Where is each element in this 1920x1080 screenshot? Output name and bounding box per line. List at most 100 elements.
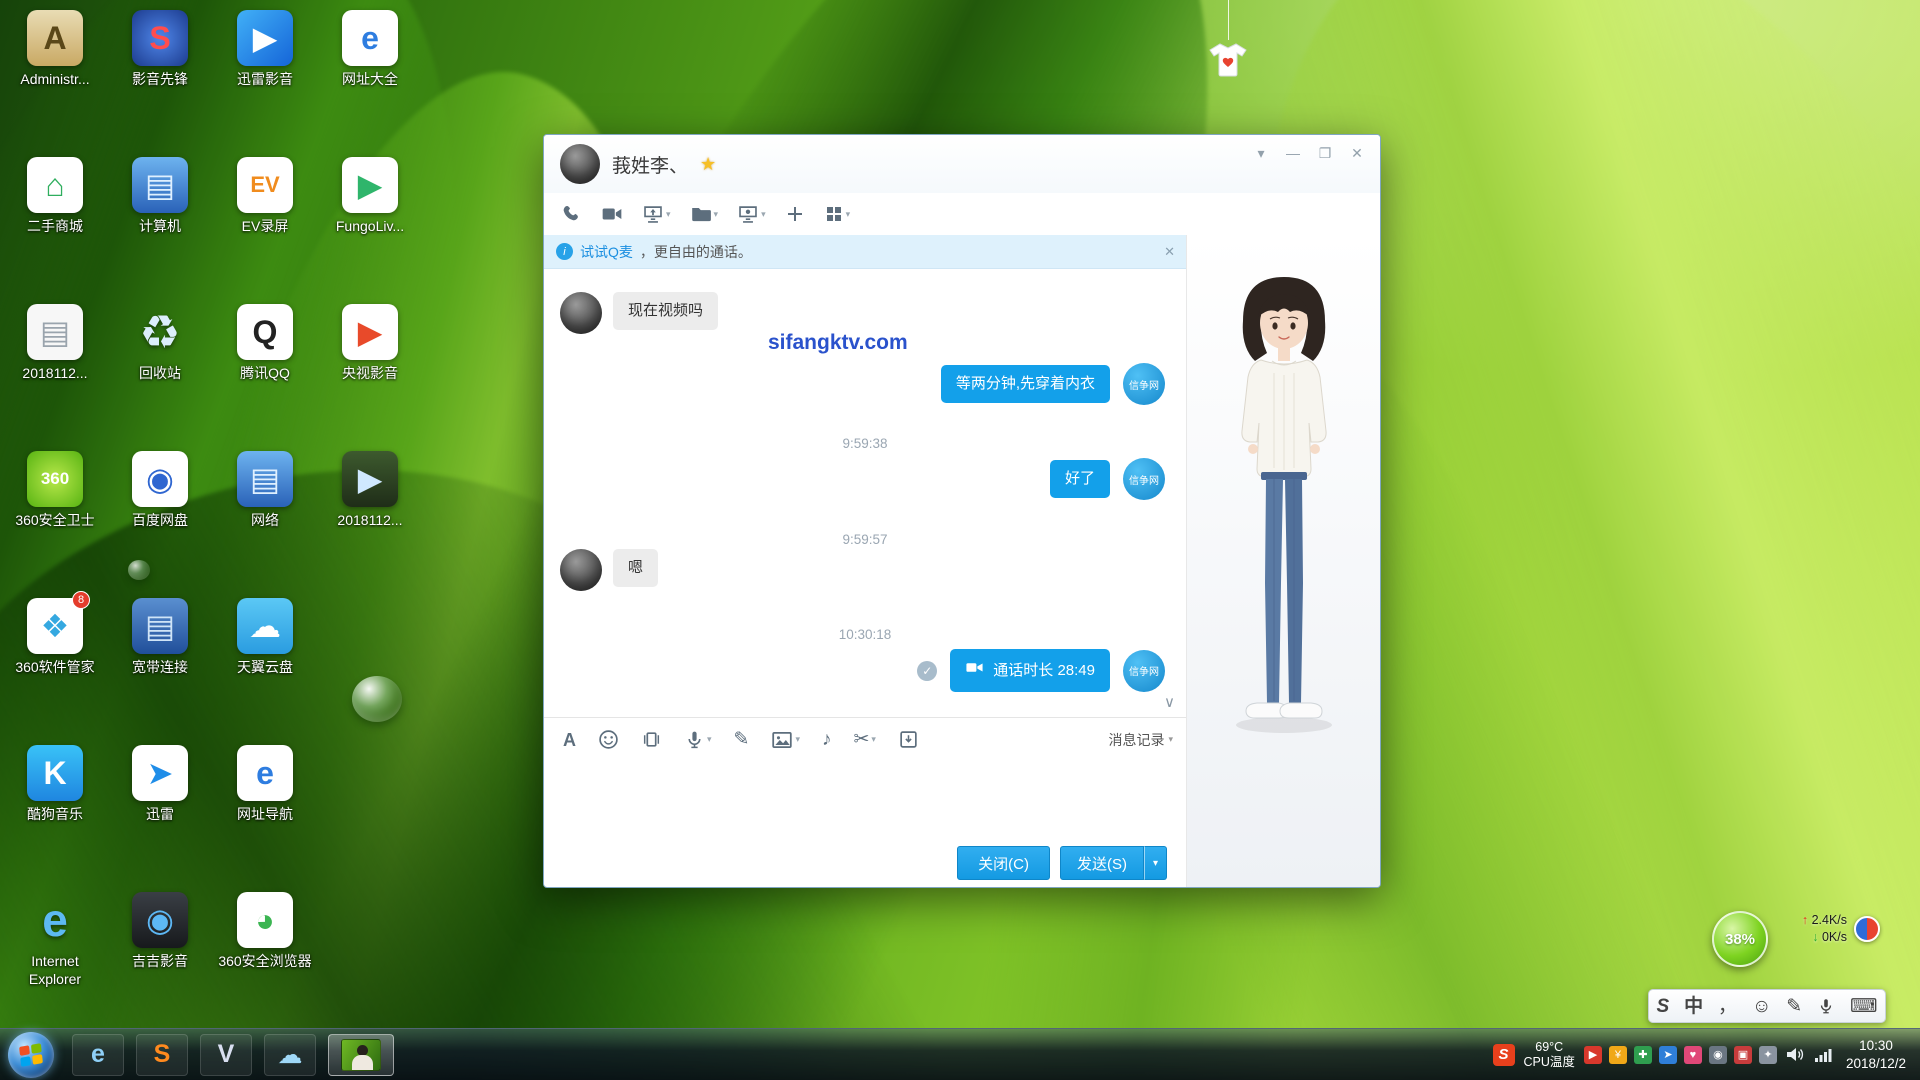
desktop-icon-video-2018112[interactable]: ▶2018112... [319, 451, 421, 530]
desktop-icon-fungolive[interactable]: ▶FungoLiv... [319, 157, 421, 236]
doodle-icon[interactable]: ✎ [729, 727, 755, 752]
cpu-temperature[interactable]: 69°C CPU温度 [1524, 1040, 1575, 1070]
send-options-dropdown[interactable]: ▾ [1144, 846, 1167, 880]
doodle-icon-glyph: ✎ [734, 730, 750, 749]
desktop-icon-cctv-yingyin[interactable]: ▶央视影音 [319, 304, 421, 383]
desktop-icon-label: 天翼云盘 [214, 659, 316, 677]
voice-call-icon[interactable] [556, 201, 587, 228]
font-icon[interactable]: A [558, 728, 581, 752]
send-file-icon[interactable]: ▾ [685, 200, 724, 228]
desktop-icon-computer[interactable]: ▤计算机 [109, 157, 211, 236]
self-message-avatar[interactable]: 信争网 [1123, 363, 1165, 405]
self-message-avatar[interactable]: 信争网 [1123, 458, 1165, 500]
taskbar-cloud-button[interactable]: ☁ [264, 1034, 316, 1076]
message-box-icon[interactable] [893, 726, 924, 753]
sogou-tray-icon[interactable]: S [1493, 1044, 1515, 1066]
message-history-label: 消息记录 [1108, 730, 1164, 750]
desktop-icon-tencent-qq[interactable]: Q腾讯QQ [214, 304, 316, 383]
desktop-icon-broadband-connection[interactable]: ▤宽带连接 [109, 598, 211, 677]
desktop-icon-xunlei-yingyin[interactable]: ▶迅雷影音 [214, 10, 316, 89]
desktop-icon-360-browser[interactable]: ◕360安全浏览器 [214, 892, 316, 971]
app-box-icon[interactable]: ▾ [819, 201, 856, 227]
ime-handwriting-icon[interactable]: ✎ [1783, 995, 1805, 1018]
desktop-icon-yingyin-xianfeng[interactable]: S影音先锋 [109, 10, 211, 89]
desktop-icon-ershou-shangcheng[interactable]: ⌂二手商城 [4, 157, 106, 236]
desktop-icon-360-safe[interactable]: 360360安全卫士 [4, 451, 106, 530]
tray-icon-green-plus[interactable]: ✚ [1634, 1046, 1652, 1064]
network-icon[interactable] [1814, 1047, 1833, 1063]
taskbar-ie-button[interactable]: e [72, 1034, 124, 1076]
peer-message-avatar[interactable] [560, 549, 602, 591]
voice-message-icon[interactable]: ▾ [679, 726, 717, 753]
favorite-star-icon[interactable]: ★ [700, 154, 716, 175]
desktop-icon-administrator[interactable]: AAdministr... [4, 10, 106, 89]
desktop-icon-label: 迅雷影音 [214, 71, 316, 89]
remote-desktop-icon[interactable]: ▾ [732, 200, 771, 228]
taskbar-v-button[interactable]: V [200, 1034, 252, 1076]
send-button[interactable]: 发送(S) [1060, 846, 1144, 880]
music-icon[interactable]: ♪ [817, 727, 837, 752]
peer-message-avatar[interactable] [560, 292, 602, 334]
message-input[interactable] [544, 761, 1187, 839]
desktop-icon-network[interactable]: ▤网络 [214, 451, 316, 530]
close-chat-button[interactable]: 关闭(C) [957, 846, 1050, 880]
image-icon[interactable]: ▾ [766, 726, 805, 754]
desktop-icon-baidu-netdisk[interactable]: ◉百度网盘 [109, 451, 211, 530]
desktop-icon-label: 二手商城 [4, 218, 106, 236]
taskbar-buttons: eSV ☁ [72, 1034, 394, 1076]
desktop-icon-jiji-yingyin[interactable]: ◉吉吉影音 [109, 892, 211, 971]
desktop-icon-ev-recorder[interactable]: EVEV录屏 [214, 157, 316, 236]
emoji-icon[interactable] [593, 726, 624, 753]
notice-close-icon[interactable]: ✕ [1164, 244, 1175, 260]
traffic-ball-icon[interactable] [1854, 916, 1880, 942]
minimize-button[interactable]: — [1278, 141, 1308, 165]
taskbar-sogou-button[interactable]: S [136, 1034, 188, 1076]
create-session-icon[interactable] [780, 201, 810, 227]
peer-avatar[interactable] [560, 144, 600, 184]
video-call-icon[interactable] [596, 200, 628, 228]
notice-link[interactable]: 试试Q麦 [580, 242, 633, 262]
tray-icon-heart[interactable]: ♥ [1684, 1046, 1702, 1064]
tray-icon-gray[interactable]: ✦ [1759, 1046, 1777, 1064]
desktop-icon-url-daquan[interactable]: e网址大全 [319, 10, 421, 89]
360-accelerator-ball[interactable]: 38% [1712, 911, 1768, 967]
start-button[interactable] [8, 1032, 54, 1078]
windows-logo-icon [19, 1043, 43, 1067]
message-history-button[interactable]: 消息记录 ▾ [1108, 730, 1173, 750]
taskbar: eSV☁ S 69°C CPU温度 ▶¥✚➤♥◉▣✦ 10:30 2018/12… [0, 1028, 1920, 1080]
taskbar-qq-window-button[interactable] [328, 1034, 394, 1076]
tray-icon-red-play[interactable]: ▶ [1584, 1046, 1602, 1064]
shake-icon[interactable] [636, 726, 667, 753]
desktop-icon-kugou-music[interactable]: K酷狗音乐 [4, 745, 106, 824]
volume-icon[interactable] [1786, 1046, 1805, 1063]
desktop-icon-recycle-bin[interactable]: ♻回收站 [109, 304, 211, 383]
ime-emoji-icon[interactable]: ☺ [1749, 995, 1774, 1018]
screen-share-icon[interactable]: ▾ [637, 200, 676, 228]
maximize-button[interactable]: ❐ [1310, 141, 1340, 165]
desktop-icon-internet-explorer[interactable]: eInternet Explorer [4, 892, 106, 988]
self-message-avatar[interactable]: 信争网 [1123, 650, 1165, 692]
hanging-shirt-gadget[interactable] [1206, 0, 1250, 85]
taskbar-clock[interactable]: 10:30 2018/12/2 [1846, 1037, 1906, 1072]
desktop-icon-doc-2018112[interactable]: ▤2018112... [4, 304, 106, 383]
scroll-down-icon[interactable]: ∨ [1164, 693, 1175, 711]
sogou-ime-logo[interactable]: S [1653, 995, 1672, 1018]
network-speed-widget[interactable]: ↑ 2.4K/s ↓ 0K/s [1802, 913, 1880, 944]
desktop-icon-tianyi-cloud[interactable]: ☁天翼云盘 [214, 598, 316, 677]
ime-lang-mode-glyph: 中 [1684, 997, 1703, 1016]
desktop-icon-xunlei[interactable]: ➤迅雷 [109, 745, 211, 824]
tray-icon-coin[interactable]: ¥ [1609, 1046, 1627, 1064]
voice-input-icon[interactable] [1814, 995, 1838, 1017]
desktop-icon-360-soft-manager[interactable]: ❖8360软件管家 [4, 598, 106, 677]
tray-icon-camera[interactable]: ◉ [1709, 1046, 1727, 1064]
ime-keyboard-icon[interactable]: ⌨ [1847, 995, 1880, 1018]
ime-punct-mode[interactable]: ， [1715, 995, 1740, 1018]
ime-lang-mode[interactable]: 中 [1681, 995, 1706, 1018]
tray-icon-blue-bird[interactable]: ➤ [1659, 1046, 1677, 1064]
baidu-netdisk-icon: ◉ [132, 451, 188, 507]
desktop-icon-url-navigation[interactable]: e网址导航 [214, 745, 316, 824]
screenshot-icon[interactable]: ✂▾ [848, 727, 880, 752]
tray-icon-red-box[interactable]: ▣ [1734, 1046, 1752, 1064]
window-menu-dropdown[interactable]: ▾ [1246, 141, 1276, 165]
close-window-button[interactable]: ✕ [1342, 141, 1372, 165]
